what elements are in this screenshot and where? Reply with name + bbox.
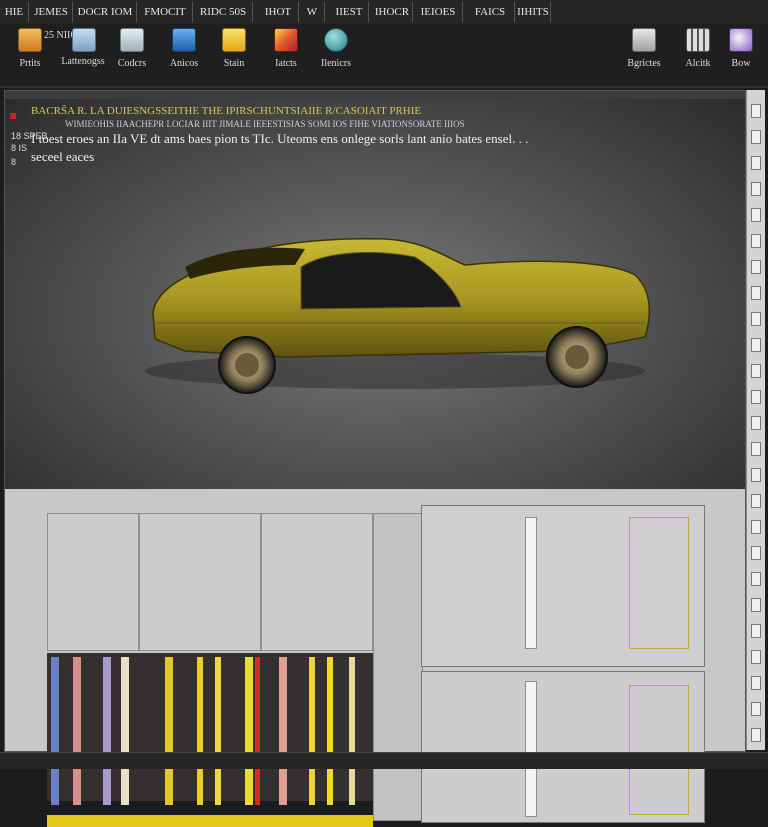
ruler-tick [751, 286, 761, 300]
window-icon [632, 28, 656, 52]
note-icon [222, 28, 246, 52]
ruler-tick [751, 260, 761, 274]
ribbon-label: Stain [223, 58, 245, 69]
status-bar [0, 752, 768, 769]
ribbon-label: Bgrictes [627, 58, 661, 69]
tab-4[interactable]: RIDC 50S [194, 2, 253, 22]
swatch-bar[interactable] [279, 657, 287, 805]
swatch-bar[interactable] [349, 657, 355, 805]
tab-8[interactable]: IHOCR [372, 2, 413, 22]
ruler-tick [751, 364, 761, 378]
ruler-tick [751, 312, 761, 326]
tab-9[interactable]: IEIOES [414, 2, 463, 22]
swatch-bar[interactable] [73, 657, 81, 805]
ribbon-label: Codcrs [117, 58, 147, 69]
ruler-tick [751, 390, 761, 404]
car-model [145, 238, 651, 394]
divider-bar [525, 517, 537, 649]
swatch-bar[interactable] [245, 657, 253, 805]
ribbon-button-bgrictes[interactable]: Bgrictes [614, 28, 674, 82]
divider-bar [525, 681, 537, 817]
ruler-tick [751, 494, 761, 508]
ruler-tick [751, 546, 761, 560]
swatch-bar[interactable] [51, 657, 59, 805]
layout-panel[interactable] [373, 513, 423, 821]
swatch-bar[interactable] [121, 657, 129, 805]
ribbon-label: Ilenicrs [321, 58, 351, 69]
grid-icon [686, 28, 710, 52]
tab-1[interactable]: JEMES [30, 2, 73, 22]
vertical-ruler[interactable] [746, 90, 765, 750]
tab-10[interactable]: FAICS [466, 2, 515, 22]
ribbon-button-ilenicrs[interactable]: Ilenicrs [306, 28, 366, 82]
tab-2[interactable]: DOCR IOM [74, 2, 137, 22]
globe-icon [324, 28, 348, 52]
document-stack-icon [72, 28, 96, 52]
ruler-tick [751, 234, 761, 248]
ruler-tick [751, 338, 761, 352]
paint-icon [729, 28, 753, 52]
ruler-tick [751, 650, 761, 664]
ruler-tick [751, 442, 761, 456]
highlight-bar [47, 815, 373, 827]
ruler-tick [751, 468, 761, 482]
layout-panel[interactable] [629, 685, 689, 815]
swatch-bar[interactable] [103, 657, 111, 805]
swatch-bar[interactable] [327, 657, 333, 805]
image-icon [120, 28, 144, 52]
ribbon-button-bow[interactable]: Bow [714, 28, 768, 82]
ruler-tick [751, 676, 761, 690]
tab-7[interactable]: IIEST [330, 2, 369, 22]
tab-strip: HIE JEMES DOCR IOM FMOCIT RIDC 50S IHOT … [0, 0, 768, 25]
ruler-tick [751, 624, 761, 638]
ruler-tick [751, 416, 761, 430]
layout-panel[interactable] [139, 513, 261, 651]
tab-5[interactable]: IHOT [258, 2, 299, 22]
document-window: BACRS̃A R. LA DUIESNGSSEITHE THE IPIRSCH… [4, 90, 746, 827]
ruler-tick [751, 598, 761, 612]
ruler-tick [751, 572, 761, 586]
color-swatch-strip [47, 653, 373, 805]
document-icon [18, 28, 42, 52]
layout-panel[interactable] [629, 517, 689, 649]
ribbon-label: Bow [731, 58, 751, 69]
ruler-tick [751, 728, 761, 742]
ruler-tick [751, 156, 761, 170]
swatch-bar[interactable] [215, 657, 221, 805]
ruler-tick [751, 182, 761, 196]
tab-6[interactable]: W [300, 2, 325, 22]
swatch-bar[interactable] [309, 657, 315, 805]
ruler-tick [751, 104, 761, 118]
tab-3[interactable]: FMOCIT [138, 2, 193, 22]
swatch-bar[interactable] [197, 657, 203, 805]
ruler-tick [751, 702, 761, 716]
ribbon-button-codcrs[interactable]: Codcrs [102, 28, 162, 82]
ribbon-button-stain[interactable]: Stain [204, 28, 264, 82]
swatch-bar[interactable] [165, 657, 173, 805]
render-viewport[interactable]: BACRS̃A R. LA DUIESNGSSEITHE THE IPIRSCH… [5, 99, 745, 489]
layout-panel[interactable] [261, 513, 373, 651]
layout-panel[interactable] [47, 513, 139, 651]
ribbon-toolbar: Prtits 25 NIIOS Lattenogss Codcrs Anicos… [0, 24, 768, 88]
tab-0[interactable]: HIE [0, 2, 29, 22]
ruler-tick [751, 208, 761, 222]
panel-layout-area [5, 489, 745, 827]
ruler-tick [751, 130, 761, 144]
photo-icon [274, 28, 298, 52]
swatch-bar[interactable] [255, 657, 260, 805]
cube-icon [172, 28, 196, 52]
ruler-tick [751, 520, 761, 534]
tab-11[interactable]: IIHITS [516, 2, 551, 22]
